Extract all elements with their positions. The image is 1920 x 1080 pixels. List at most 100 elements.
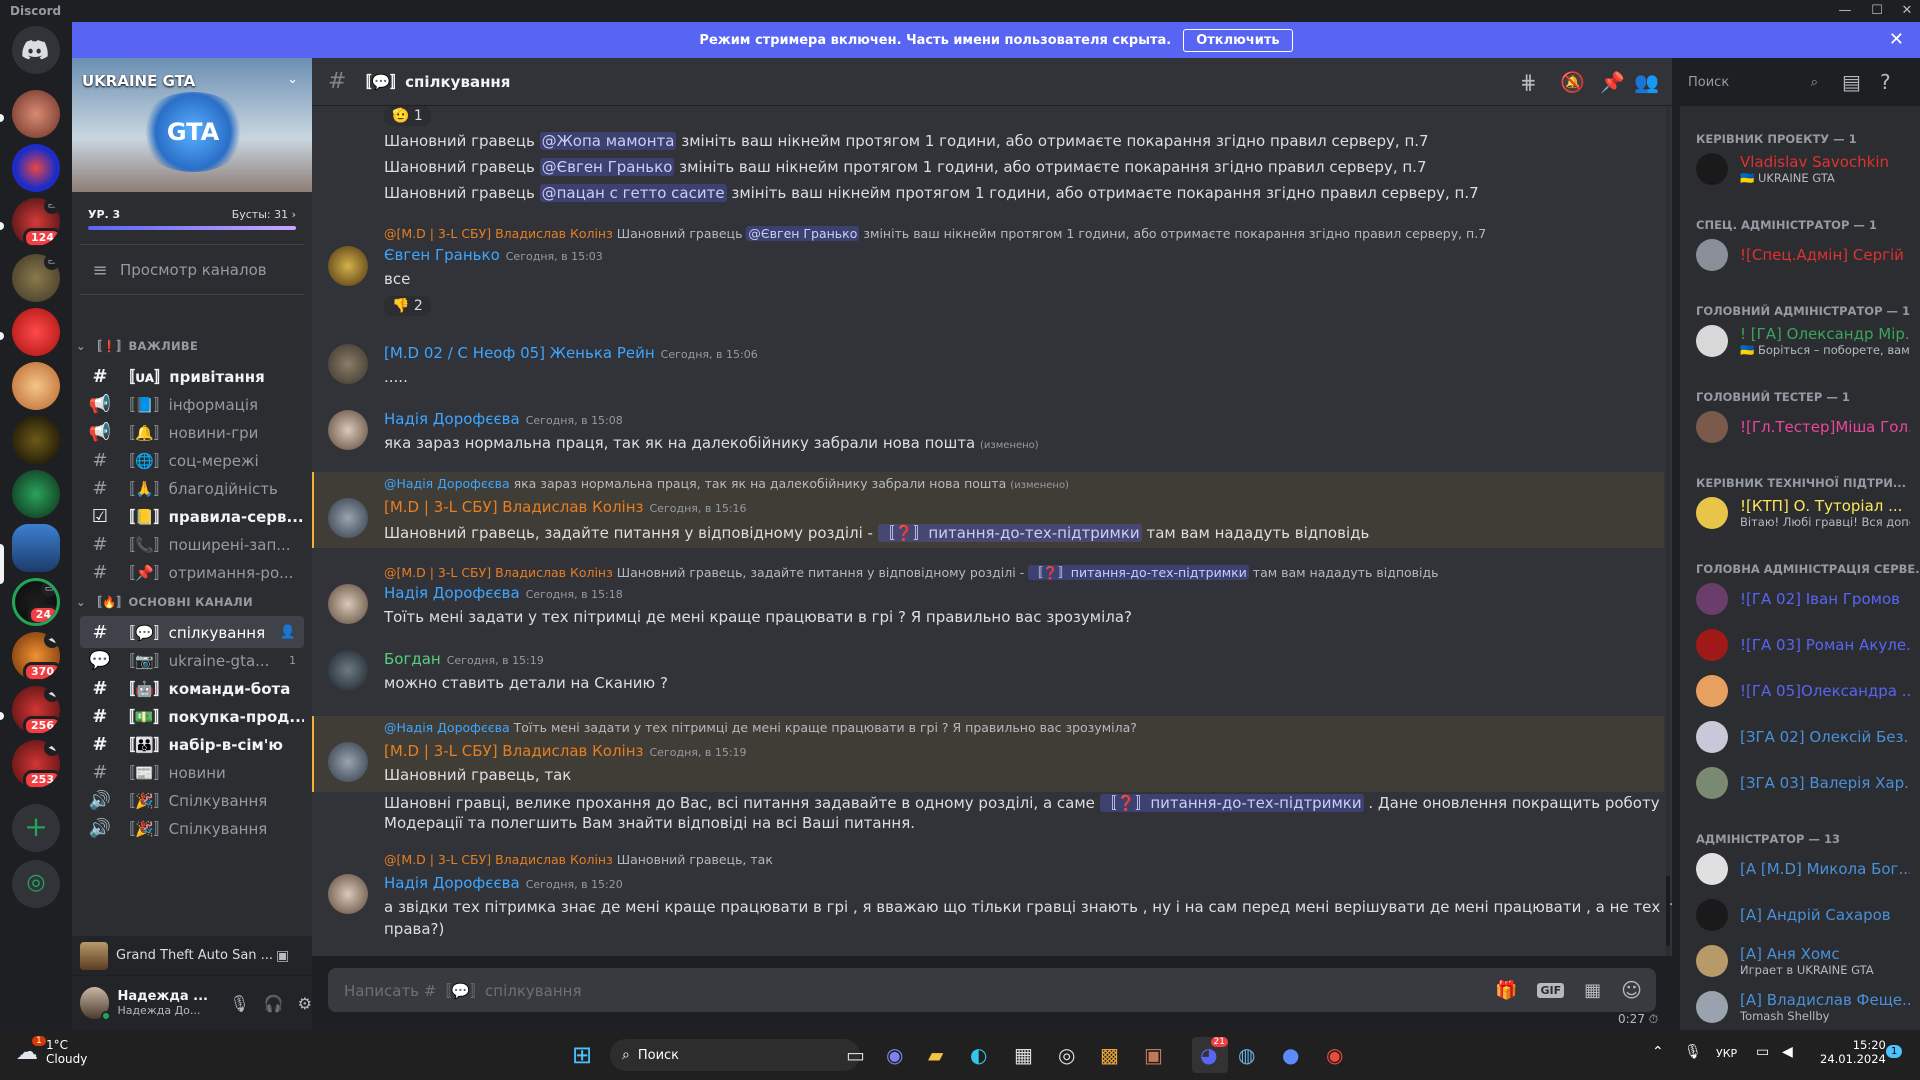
category-important[interactable]: ⌄ 〚❗〛ВАЖЛИВЕ [76,338,198,354]
browse-channels[interactable]: ≡ Просмотр каналов [80,254,304,286]
guild-header[interactable]: UKRAINE GTA ⌄ GTA [72,58,312,192]
gif-icon[interactable]: GIF [1537,982,1565,998]
teams-icon[interactable]: ◉ [886,1043,903,1067]
discord-home-icon[interactable] [12,26,60,74]
help-icon[interactable]: ? [1880,70,1891,94]
category-main[interactable]: ⌄ 〚🔥〛ОСНОВНІ КАНАЛИ [76,594,253,610]
disable-streamer-button[interactable]: Отключить [1183,28,1293,52]
headphones-icon[interactable]: 🎧 [264,994,284,1013]
avatar[interactable] [328,344,368,384]
member-item[interactable]: [А] Владислав Феще... Tomash Shellby [1688,986,1912,1028]
message-input[interactable]: Написать #〚💬〛спілкування [344,980,1495,1001]
server-icon[interactable] [12,144,60,192]
avatar[interactable] [328,650,368,690]
network-icon[interactable]: ▭ [1756,1044,1769,1060]
server-icon[interactable]: ▭ [12,254,60,302]
voice-channel-spilkuvannya-2[interactable]: 🔊 〚🎉〛Спілкування [80,812,304,844]
author-name[interactable]: [M.D | 3-L СБУ] Владислав Колінз [384,498,644,516]
reply-preview[interactable]: @[M.D | 3-L СБУ] Владислав Колінз Шановн… [384,226,1486,241]
server-icon[interactable] [12,470,60,518]
app-icon[interactable]: ● [1282,1043,1299,1067]
chrome-icon[interactable]: ◉ [1326,1043,1343,1067]
user-mention[interactable]: @Жопа мамонта [539,132,677,150]
search-input[interactable]: Поиск [1688,75,1811,90]
member-item[interactable]: ![ГА 03] Роман Акуле... [1688,624,1912,666]
member-item[interactable]: [А [M.D] Микола Бог... [1688,848,1912,890]
sticker-icon[interactable]: ▦ [1584,980,1601,1001]
windows-start-icon[interactable]: ⊞ [572,1041,592,1069]
language-indicator[interactable]: УКР [1716,1047,1737,1060]
store-icon[interactable]: ▦ [1014,1043,1033,1067]
member-item[interactable]: ![ГА 02] Іван Громов [1688,578,1912,620]
user-mention[interactable]: @Євген Гранько [539,158,675,176]
server-icon[interactable]: ◀ 256 [12,686,60,734]
member-item[interactable]: [А] Аня Хомс Играет в UKRAINE GTA [1688,940,1912,982]
member-item[interactable]: [А] Андрій Сахаров [1688,894,1912,936]
user-mention[interactable]: @пацан с гетто сасите [539,184,727,202]
member-item[interactable]: ![Спец.Адмін] Сергій ... [1688,234,1912,276]
notification-badge[interactable]: 1 [1886,1045,1903,1058]
weather-widget[interactable]: ☁ 1°C Cloudy 1 [16,1036,87,1066]
avatar[interactable] [328,498,368,538]
app-icon[interactable]: ◍ [1238,1043,1255,1067]
volume-icon[interactable]: ◀ [1782,1044,1793,1060]
search-box[interactable]: Поиск ⌕ [1680,70,1824,94]
server-icon[interactable]: ◀ 253 [12,740,60,788]
avatar[interactable] [328,584,368,624]
author-name[interactable]: Надія Дорофєєва [384,410,520,428]
author-name[interactable]: Богдан [384,650,441,668]
reply-preview[interactable]: @[M.D | 3-L СБУ] Владислав Колінз Шановн… [384,562,1439,581]
clock[interactable]: 15:20 24.01.2024 [1820,1038,1886,1066]
member-list-icon[interactable]: 👥 [1634,70,1659,94]
gift-icon[interactable]: 🎁 [1495,980,1517,1001]
server-icon-ukraine-gta[interactable] [12,524,60,572]
member-item[interactable]: Vladislav Savochkin 🇺🇦 UKRAINE GTA [1688,148,1912,190]
author-name[interactable]: Надія Дорофєєва [384,584,520,602]
reaction[interactable]: 👎 2 [384,296,431,316]
avatar[interactable] [328,410,368,450]
server-icon[interactable] [12,308,60,356]
member-item[interactable]: ! [ГА] Олександр Мір... 🇺🇦 Боріться – поб… [1688,320,1912,362]
chevron-up-icon[interactable]: ⌃ [1652,1044,1664,1060]
inbox-icon[interactable]: ▤ [1842,70,1861,94]
member-item[interactable]: [ЗГА 03] Валерія Хар... [1688,762,1912,804]
emoji-icon[interactable]: ☺ [1621,978,1642,1002]
server-icon[interactable]: ◀ 370 [12,632,60,680]
server-icon[interactable] [12,416,60,464]
scrollbar-thumb[interactable] [1666,876,1670,946]
explorer-icon[interactable]: ▰ [928,1043,943,1067]
server-icon[interactable]: ▭ 124 [12,198,60,246]
threads-icon[interactable]: ⋕ [1520,70,1537,94]
taskbar-search[interactable]: ⌕ Поиск [610,1039,860,1071]
avatar[interactable] [328,874,368,914]
reaction[interactable]: 🫡 1 [384,106,431,126]
reply-preview[interactable]: @Надія Дорофєєва яка зараз нормальна пра… [384,476,1069,491]
boost-count[interactable]: Бусты: 31 › [232,208,296,221]
add-server-icon[interactable]: + [12,804,60,852]
avatar[interactable] [328,742,368,782]
pin-icon[interactable]: 📌 [1600,70,1625,94]
reply-preview[interactable]: @[M.D | 3-L СБУ] Владислав Колінз Шановн… [384,852,773,867]
server-icon[interactable] [12,90,60,138]
gear-icon[interactable]: ⚙ [298,994,312,1013]
stream-icon[interactable]: ▣ [276,948,289,964]
chevron-down-icon[interactable]: ⌄ [287,72,298,87]
edge-icon[interactable]: ◐ [970,1043,987,1067]
author-name[interactable]: Надія Дорофєєва [384,874,520,892]
task-view-icon[interactable]: ▭ [846,1043,865,1067]
channel-mention[interactable]: 〚❓〛питання-до-тех-підтримки [1099,794,1364,812]
activity-panel[interactable]: Grand Theft Auto San ... ▣ [72,936,312,976]
close-window-icon[interactable]: ✕ [1892,0,1920,22]
minimize-icon[interactable]: — [1830,0,1860,22]
channel-mention[interactable]: 〚❓〛питання-до-тех-підтримки [877,524,1142,542]
scrollbar-track[interactable] [1666,106,1670,956]
discord-taskbar-icon[interactable]: ◕ 21 [1192,1037,1228,1073]
maximize-icon[interactable]: ☐ [1862,0,1892,22]
app-icon[interactable]: ◎ [1058,1043,1075,1067]
server-icon[interactable]: ▭ 24 [12,578,60,626]
member-item[interactable]: ![ГА 05]Олександра ... [1688,670,1912,712]
server-icon[interactable] [12,362,60,410]
author-name[interactable]: [M.D | 3-L СБУ] Владислав Колінз [384,742,644,760]
close-banner-icon[interactable]: ✕ [1889,29,1904,50]
author-name[interactable]: Євген Гранько [384,246,500,264]
